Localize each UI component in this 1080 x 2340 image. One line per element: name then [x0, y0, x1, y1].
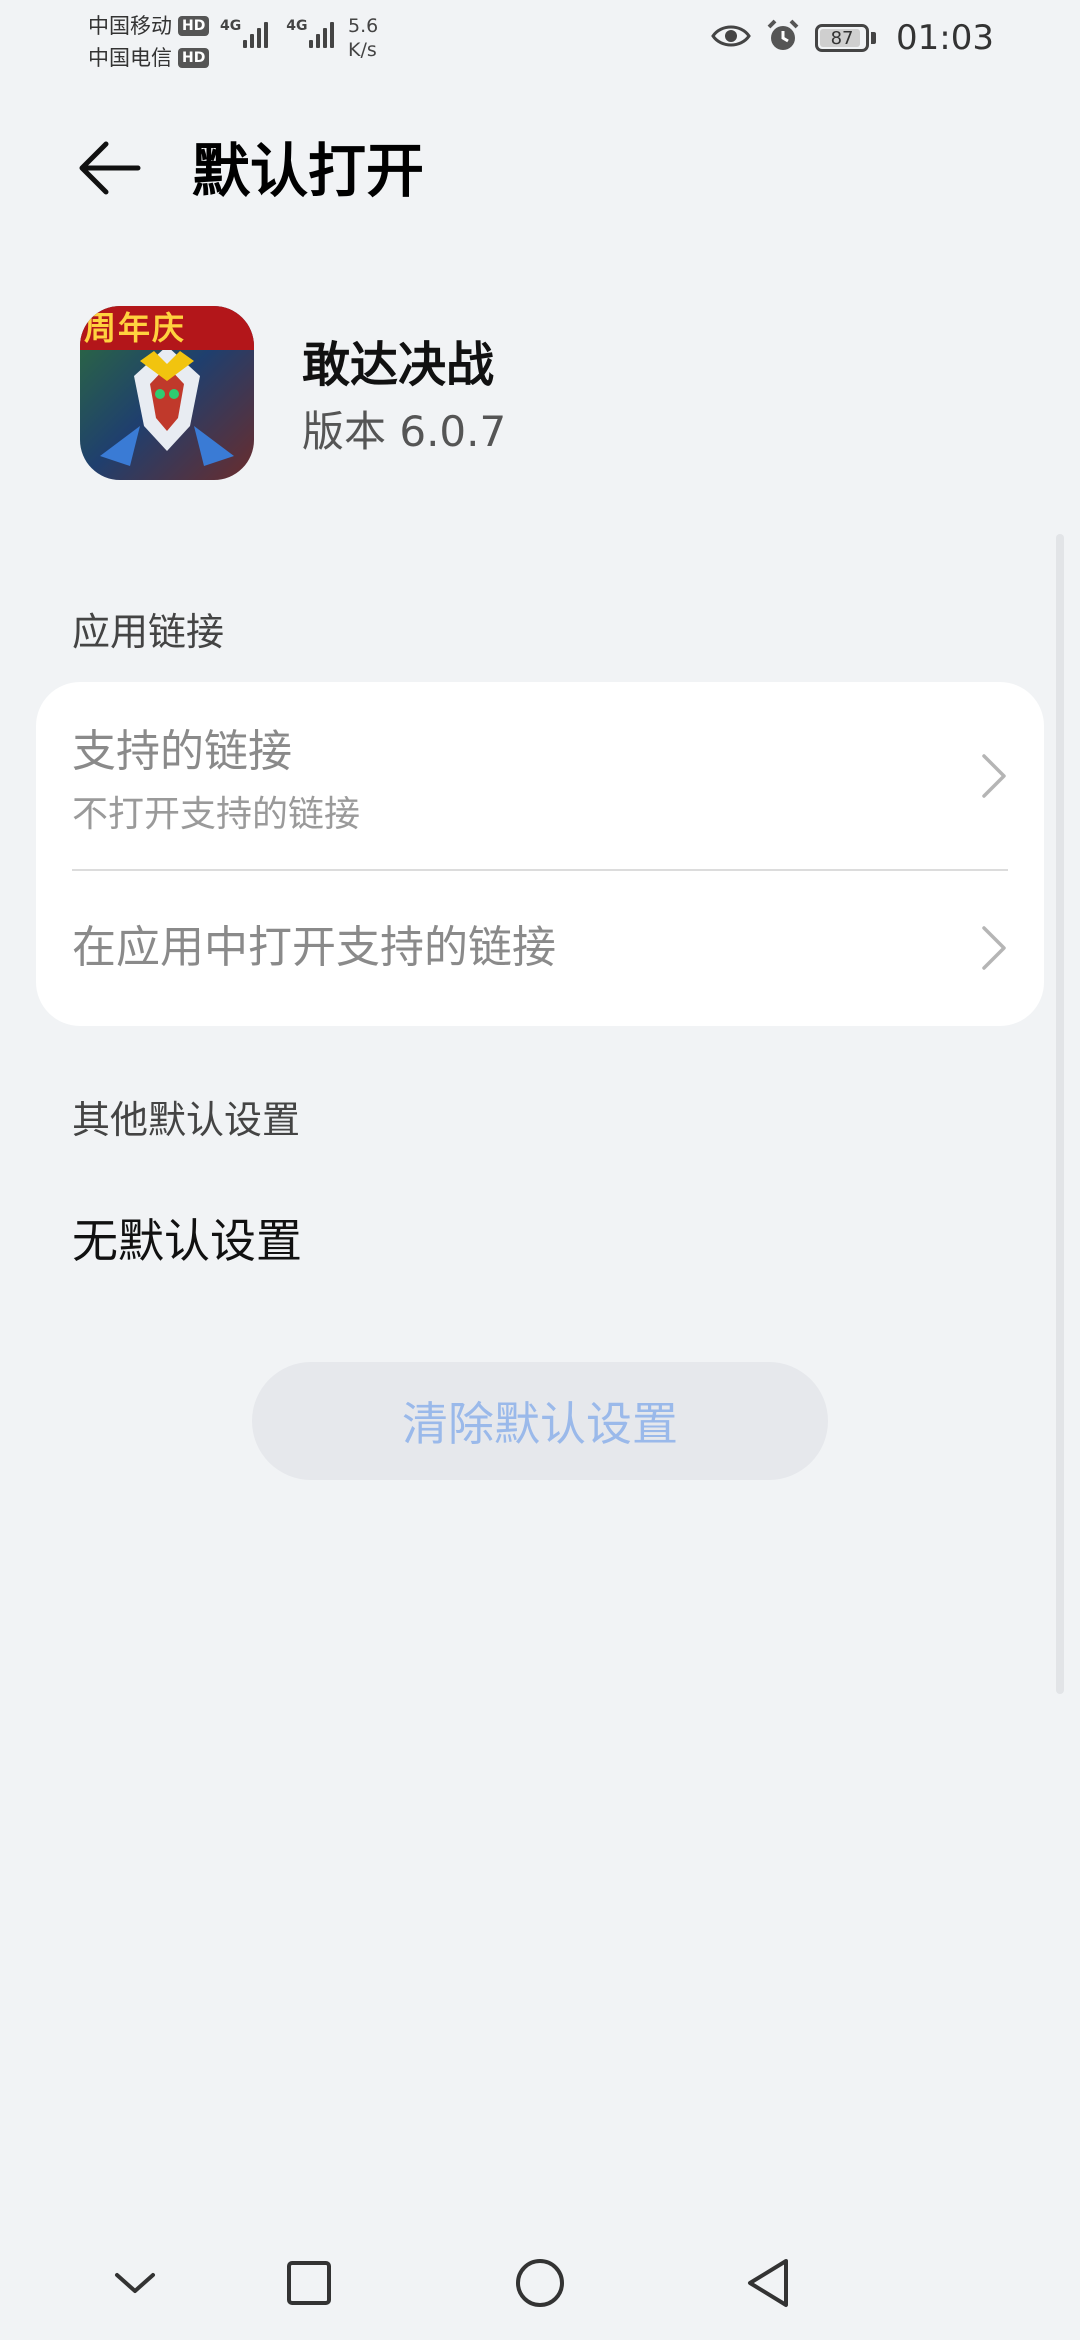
- nav-back-button[interactable]: [733, 2250, 803, 2320]
- app-icon: 周年庆: [80, 306, 254, 480]
- scrollbar[interactable]: [1056, 534, 1064, 1694]
- hd-badge: HD: [178, 16, 210, 36]
- app-icon-badge: 周年庆: [84, 309, 187, 347]
- battery-level: 87: [830, 27, 854, 49]
- network-type-label: 4G: [220, 18, 242, 34]
- alarm-icon: [765, 18, 801, 58]
- status-icons: 87 01:03: [711, 18, 994, 58]
- square-icon: [286, 2260, 332, 2310]
- no-default-settings-label: 无默认设置: [72, 1214, 302, 1268]
- carrier-info: 中国移动 HD 中国电信 HD: [88, 10, 210, 74]
- network-speed-unit: K/s: [348, 39, 377, 61]
- battery-icon: 87: [815, 24, 870, 52]
- open-in-app-title: 在应用中打开支持的链接: [72, 922, 556, 973]
- network-speed: 5.6 K/s: [348, 14, 378, 62]
- nav-home-button[interactable]: [505, 2250, 575, 2320]
- battery-tip: [871, 32, 877, 44]
- network-type-label: 4G: [286, 18, 308, 34]
- carrier-1-label: 中国移动: [88, 14, 172, 38]
- open-in-app-item[interactable]: 在应用中打开支持的链接: [36, 870, 1044, 1026]
- arrow-left-icon: [78, 140, 142, 200]
- section-title-app-links: 应用链接: [72, 610, 225, 654]
- app-name: 敢达决战: [302, 337, 495, 393]
- app-links-card: 支持的链接 不打开支持的链接 在应用中打开支持的链接: [36, 682, 1044, 1026]
- signal-indicators: 4G 4G: [220, 18, 335, 48]
- nav-recents-button[interactable]: [274, 2250, 344, 2320]
- back-button[interactable]: [70, 130, 150, 210]
- eye-icon: [711, 22, 751, 54]
- nav-collapse-button[interactable]: [100, 2250, 170, 2320]
- status-bar: 中国移动 HD 中国电信 HD 4G 4G 5.6 K/s 87 01:03: [0, 0, 1080, 80]
- network-speed-value: 5.6: [348, 15, 379, 37]
- hd-badge: HD: [178, 48, 210, 68]
- chevron-down-icon: [113, 2269, 157, 2301]
- triangle-back-icon: [744, 2257, 792, 2313]
- signal-strength-icon: 4G: [220, 18, 269, 48]
- circle-home-icon: [514, 2257, 566, 2313]
- section-title-other-defaults: 其他默认设置: [72, 1098, 301, 1142]
- supported-links-subtitle: 不打开支持的链接: [72, 794, 361, 835]
- app-version: 版本 6.0.7: [302, 407, 507, 456]
- app-info: 周年庆 敢达决战 版本 6.0.7: [80, 306, 980, 482]
- chevron-right-icon: [980, 924, 1008, 972]
- status-time: 01:03: [896, 18, 994, 58]
- carrier-2-label: 中国电信: [88, 46, 172, 70]
- signal-strength-icon: 4G: [286, 18, 335, 48]
- supported-links-item[interactable]: 支持的链接 不打开支持的链接: [36, 682, 1044, 870]
- navigation-bar: [0, 2230, 1080, 2340]
- supported-links-title: 支持的链接: [72, 726, 292, 777]
- page-title: 默认打开: [192, 137, 425, 205]
- clear-defaults-button[interactable]: 清除默认设置: [252, 1362, 828, 1480]
- chevron-right-icon: [980, 752, 1008, 800]
- page-header: 默认打开: [0, 120, 1080, 220]
